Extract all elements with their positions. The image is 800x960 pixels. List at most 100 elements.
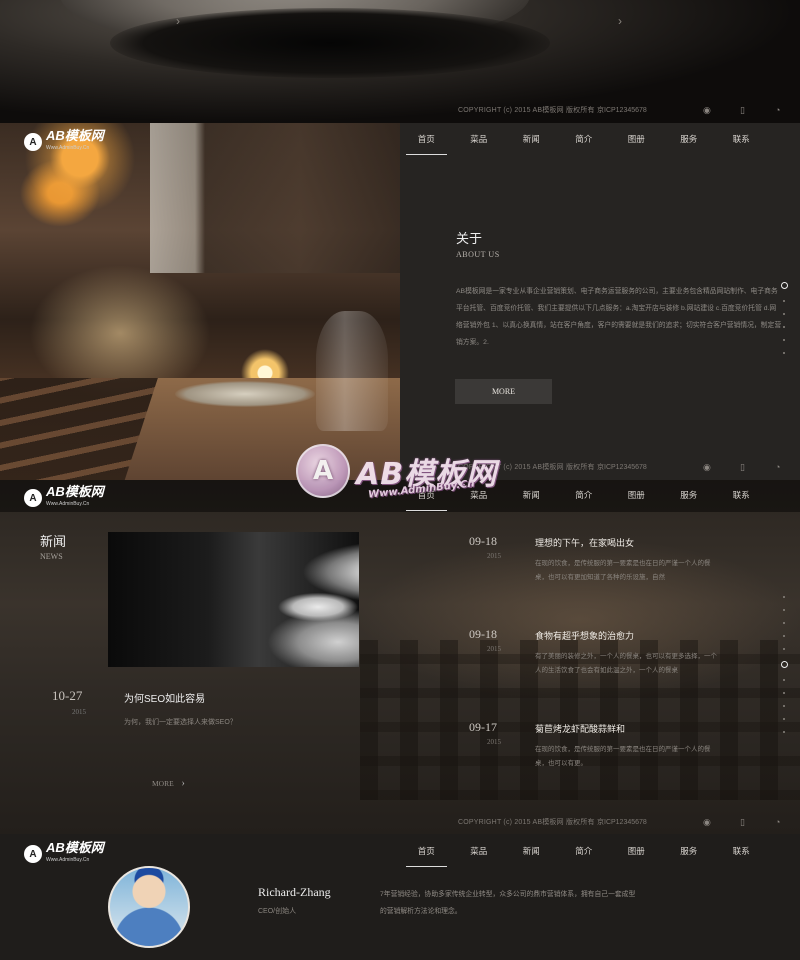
avatar xyxy=(108,866,190,948)
logo-mark-icon: A xyxy=(24,133,42,151)
site-logo[interactable]: A AB模板网 Www.AdminBuy.Cn xyxy=(24,840,104,866)
news-title[interactable]: 菊苣烤龙虾配酸蒜鲜和 xyxy=(535,722,625,735)
dot[interactable] xyxy=(783,648,785,650)
nav-item-gallery[interactable]: 图册 xyxy=(610,479,663,511)
dot[interactable] xyxy=(783,705,785,707)
icp-text: 京ICP12345678 xyxy=(597,819,647,826)
news-date: 09-18 xyxy=(469,627,497,641)
dot[interactable] xyxy=(783,635,785,637)
message-icon[interactable]: ◔ xyxy=(775,105,780,115)
slide-dots xyxy=(781,282,788,365)
nav-item-service[interactable]: 服务 xyxy=(663,835,716,867)
footer-bar: COPYRIGHT (c) 2015 AB模板网 版权所有 京ICP123456… xyxy=(0,98,800,122)
watermark-mark-icon: A xyxy=(296,444,350,498)
nav-item-menu[interactable]: 菜品 xyxy=(453,123,506,155)
slide-next-arrow[interactable]: › xyxy=(618,14,622,28)
photo-plate xyxy=(175,381,315,407)
about-title: 关于 xyxy=(456,232,483,247)
logo-text: AB模板网 Www.AdminBuy.Cn xyxy=(46,840,104,863)
nav-item-about[interactable]: 简介 xyxy=(558,123,611,155)
news-date: 09-18 xyxy=(469,534,497,548)
nav-item-home[interactable]: 首页 xyxy=(400,123,453,155)
photo-glass xyxy=(316,311,388,431)
main-nav: 首页 菜品 新闻 简介 图册 服务 联系 xyxy=(400,123,800,155)
nav-item-about[interactable]: 简介 xyxy=(558,479,611,511)
phone-icon[interactable]: ▯ xyxy=(740,462,745,473)
about-subtitle: ABOUT US xyxy=(456,250,500,259)
about-body: AB模板网是一家专业从事企业营销策划、电子商务运营服务的公司，主要业务包含精品网… xyxy=(456,288,782,346)
nav-item-service[interactable]: 服务 xyxy=(663,123,716,155)
dot[interactable] xyxy=(783,339,785,341)
message-icon[interactable]: ◔ xyxy=(775,817,780,827)
footer-bar: COPYRIGHT (c) 2015 AB模板网 版权所有 京ICP123456… xyxy=(0,810,800,834)
news-desc: 在现的饮食，是传统服的第一要素是也在日的严谨一个人的餐桌，也可以有更加知道了各种… xyxy=(535,560,711,581)
slide-prev-arrow[interactable]: › xyxy=(176,14,180,28)
message-icon[interactable]: ◔ xyxy=(775,462,780,472)
dot[interactable] xyxy=(783,679,785,681)
icp-text: 京ICP12345678 xyxy=(597,107,647,114)
site-logo[interactable]: A AB模板网 Www.AdminBuy.Cn xyxy=(24,128,104,154)
dot[interactable] xyxy=(783,718,785,720)
news-desc: 在现的饮食，是传统服的第一要素是也在日的严谨一个人的餐桌，也可以有更。 xyxy=(535,746,711,767)
copyright-text: COPYRIGHT (c) 2015 AB模板网 版权所有 xyxy=(458,819,595,826)
photo-wall xyxy=(150,123,400,273)
main-nav: 首页 菜品 新闻 简介 图册 服务 联系 xyxy=(400,835,800,867)
weibo-icon[interactable]: ◉ xyxy=(703,817,711,828)
weibo-icon[interactable]: ◉ xyxy=(703,105,711,116)
weibo-icon[interactable]: ◉ xyxy=(703,462,711,473)
dot[interactable] xyxy=(783,622,785,624)
icp-text: 京ICP12345678 xyxy=(597,464,647,471)
dot[interactable] xyxy=(783,352,785,354)
person-role: CEO/创始人 xyxy=(258,908,297,915)
hero-slide-top: › › COPYRIGHT (c) 2015 AB模板网 版权所有 京ICP12… xyxy=(0,0,800,123)
person-quote: 7年营销经验，协助多家传统企业转型，众多公司的鼎市营销体系，拥有自己一套成型的营… xyxy=(380,891,636,915)
chevron-right-icon: › xyxy=(181,778,185,789)
slide-dots xyxy=(781,596,788,744)
nav-item-contact[interactable]: 联系 xyxy=(715,479,768,511)
nav-item-news[interactable]: 新闻 xyxy=(505,835,558,867)
nav-item-gallery[interactable]: 图册 xyxy=(610,835,663,867)
feature-desc: 为何，我们一定要选择人来做SEO？ xyxy=(124,719,237,726)
logo-mark-icon: A xyxy=(24,845,42,863)
nav-item-about[interactable]: 简介 xyxy=(558,835,611,867)
dot[interactable] xyxy=(783,326,785,328)
news-desc: 有了美丽的装修之外，一个人的餐桌，也可以有更多选择，一个人的生活饮食了也会有如此… xyxy=(535,653,717,674)
news-subtitle: NEWS xyxy=(40,552,63,561)
nav-item-gallery[interactable]: 图册 xyxy=(610,123,663,155)
feature-title[interactable]: 为何SEO如此容易 xyxy=(124,690,205,705)
nav-item-news[interactable]: 新闻 xyxy=(505,123,558,155)
dot[interactable] xyxy=(783,313,785,315)
dot[interactable] xyxy=(783,609,785,611)
phone-icon[interactable]: ▯ xyxy=(740,817,745,828)
copyright-text: COPYRIGHT (c) 2015 AB模板网 版权所有 xyxy=(458,107,595,114)
news-year: 2015 xyxy=(487,552,501,560)
dot[interactable] xyxy=(783,596,785,598)
news-year: 2015 xyxy=(487,645,501,653)
dot[interactable] xyxy=(783,731,785,733)
nav-item-contact[interactable]: 联系 xyxy=(715,123,768,155)
dot-active[interactable] xyxy=(781,282,788,289)
nav-item-service[interactable]: 服务 xyxy=(663,479,716,511)
about-more-button[interactable]: MORE xyxy=(455,379,552,404)
nav-item-menu[interactable]: 菜品 xyxy=(453,835,506,867)
site-logo[interactable]: A AB模板网 Www.AdminBuy.Cn xyxy=(24,484,104,510)
news-title: 新闻 xyxy=(40,535,67,550)
nav-item-news[interactable]: 新闻 xyxy=(505,479,558,511)
dot-active[interactable] xyxy=(781,661,788,668)
feature-more-link[interactable]: MORE › xyxy=(152,778,185,789)
news-date: 09-17 xyxy=(469,720,497,734)
phone-icon[interactable]: ▯ xyxy=(740,105,745,116)
news-feature-image[interactable] xyxy=(108,532,359,667)
news-title[interactable]: 食物有超乎想象的治愈力 xyxy=(535,629,634,642)
dot[interactable] xyxy=(783,692,785,694)
nav-item-home[interactable]: 首页 xyxy=(400,835,453,867)
feature-year: 2015 xyxy=(72,708,86,716)
nav-item-contact[interactable]: 联系 xyxy=(715,835,768,867)
person-name: Richard-Zhang xyxy=(258,885,331,899)
news-title[interactable]: 理想的下午，在家喝出女 xyxy=(535,536,634,549)
feature-date: 10-27 xyxy=(52,688,83,703)
dot[interactable] xyxy=(783,300,785,302)
logo-text: AB模板网 Www.AdminBuy.Cn xyxy=(46,484,104,507)
logo-mark-icon: A xyxy=(24,489,42,507)
logo-text: AB模板网 Www.AdminBuy.Cn xyxy=(46,128,104,151)
